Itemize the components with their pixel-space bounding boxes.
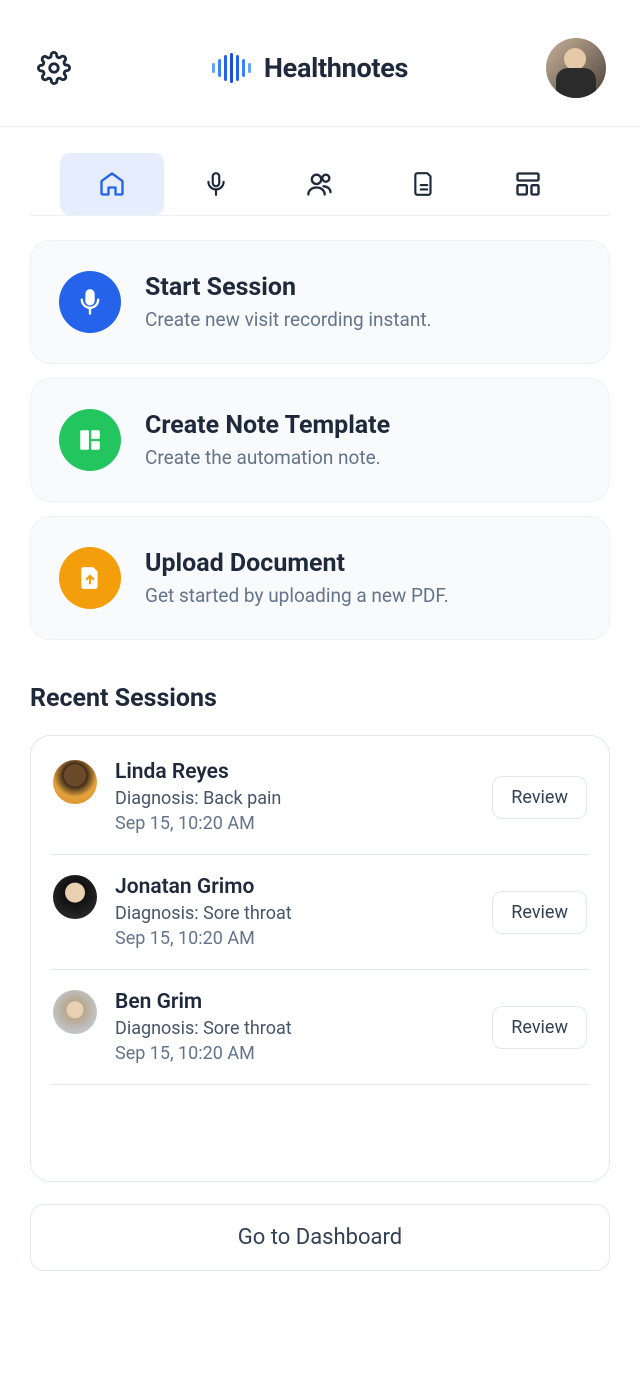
review-button[interactable]: Review (492, 776, 587, 819)
go-to-dashboard-button[interactable]: Go to Dashboard (30, 1204, 610, 1271)
upload-circle-icon (59, 547, 121, 609)
session-row: Jonatan Grimo Diagnosis: Sore throat Sep… (51, 855, 589, 970)
tab-documents[interactable] (372, 153, 476, 215)
patient-diagnosis: Diagnosis: Sore throat (115, 1018, 474, 1039)
patient-diagnosis: Diagnosis: Sore throat (115, 903, 474, 924)
settings-button[interactable] (34, 48, 74, 88)
tab-templates[interactable] (476, 153, 580, 215)
mic-circle-icon (59, 271, 121, 333)
session-time: Sep 15, 10:20 AM (115, 813, 474, 834)
action-upload-document[interactable]: Upload Document Get started by uploading… (30, 516, 610, 640)
action-create-template[interactable]: Create Note Template Create the automati… (30, 378, 610, 502)
patient-avatar (53, 760, 97, 804)
action-start-session[interactable]: Start Session Create new visit recording… (30, 240, 610, 364)
main-content: Start Session Create new visit recording… (0, 216, 640, 1182)
users-icon (306, 170, 334, 198)
action-desc: Create new visit recording instant. (145, 308, 432, 331)
patient-diagnosis: Diagnosis: Back pain (115, 788, 474, 809)
brand-name: Healthnotes (264, 52, 408, 84)
brand-wave-icon (212, 53, 256, 83)
action-title: Start Session (145, 273, 432, 302)
session-time: Sep 15, 10:20 AM (115, 928, 474, 949)
session-row: Linda Reyes Diagnosis: Back pain Sep 15,… (51, 740, 589, 855)
document-icon (411, 171, 437, 197)
patient-avatar (53, 990, 97, 1034)
action-title: Create Note Template (145, 411, 390, 440)
review-button[interactable]: Review (492, 891, 587, 934)
tab-record[interactable] (164, 153, 268, 215)
recent-sessions-list: Linda Reyes Diagnosis: Back pain Sep 15,… (30, 735, 610, 1182)
template-circle-icon (59, 409, 121, 471)
patient-avatar (53, 875, 97, 919)
brand: Healthnotes (212, 52, 408, 84)
patient-name: Jonatan Grimo (115, 875, 474, 899)
tab-home[interactable] (60, 153, 164, 215)
action-desc: Get started by uploading a new PDF. (145, 584, 449, 607)
session-time: Sep 15, 10:20 AM (115, 1043, 474, 1064)
action-desc: Create the automation note. (145, 446, 390, 469)
recent-sessions-title: Recent Sessions (30, 684, 610, 713)
patient-name: Ben Grim (115, 990, 474, 1014)
home-icon (98, 170, 126, 198)
tab-patients[interactable] (268, 153, 372, 215)
patient-name: Linda Reyes (115, 760, 474, 784)
app-header: Healthnotes (0, 0, 640, 127)
session-row: Ben Grim Diagnosis: Sore throat Sep 15, … (51, 970, 589, 1085)
profile-avatar[interactable] (546, 38, 606, 98)
review-button[interactable]: Review (492, 1006, 587, 1049)
gear-icon (37, 51, 71, 85)
action-title: Upload Document (145, 549, 449, 578)
mic-icon (203, 171, 229, 197)
layout-icon (514, 170, 542, 198)
tab-bar (30, 127, 610, 216)
